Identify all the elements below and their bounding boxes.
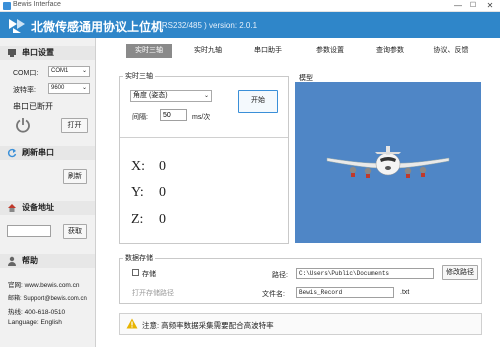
tab-realtime-3axis[interactable]: 实时三轴 xyxy=(126,44,172,58)
com-port-select[interactable]: COM1 ⌄ xyxy=(48,66,90,77)
help-hotline: 热线: 400-618-0510 xyxy=(8,309,66,316)
airplane-model-icon xyxy=(326,146,450,178)
baud-rate-select[interactable]: 9600 ⌄ xyxy=(48,83,90,94)
com-port-label: COM口: xyxy=(13,70,39,77)
interval-input[interactable] xyxy=(160,109,187,121)
y-axis-label: Y: xyxy=(131,185,144,200)
y-axis-value: 0 xyxy=(159,185,166,200)
interval-label: 间隔: xyxy=(132,114,148,121)
tab-protocol-feedback[interactable]: 协议、反馈 xyxy=(426,44,476,58)
open-path-link[interactable]: 打开存储路径 xyxy=(132,288,174,298)
window-titlebar: Bewis Interface — ☐ ✕ xyxy=(0,0,500,12)
serial-port-icon xyxy=(8,49,16,57)
window-title: Bewis Interface xyxy=(13,1,61,8)
open-port-button[interactable]: 打开 xyxy=(61,118,88,133)
tab-parameter-settings[interactable]: 参数设置 xyxy=(308,44,352,58)
chevron-down-icon: ⌄ xyxy=(81,68,87,74)
store-checkbox-label: 存储 xyxy=(142,271,156,278)
app-version: ( RS232/485 ) version: 2.0.1 xyxy=(157,21,258,30)
realtime-group-title: 实时三轴 xyxy=(123,71,155,81)
app-title: 北微传感通用协议上位机 xyxy=(31,20,164,34)
start-button[interactable]: 开始 xyxy=(238,90,278,113)
bewis-logo-icon xyxy=(9,19,25,33)
get-address-button[interactable]: 获取 xyxy=(63,224,87,239)
x-axis-label: X: xyxy=(131,159,145,174)
tab-query-parameters[interactable]: 查询参数 xyxy=(368,44,412,58)
storage-group-title: 数据存储 xyxy=(123,253,155,263)
power-icon xyxy=(16,118,30,133)
filename-label: 文件名: xyxy=(262,291,285,298)
mode-select[interactable]: 角度 (姿态) ⌄ xyxy=(130,90,212,102)
path-field[interactable]: C:\Users\Public\Documents xyxy=(296,268,434,279)
refresh-icon xyxy=(7,148,17,158)
baud-rate-value: 9600 xyxy=(51,85,65,91)
warning-icon xyxy=(126,318,138,329)
baud-rate-label: 波特率: xyxy=(13,87,36,94)
mode-value: 角度 (姿态) xyxy=(133,92,168,99)
home-icon xyxy=(8,204,16,212)
chevron-down-icon: ⌄ xyxy=(203,93,209,99)
model-3d-view[interactable] xyxy=(295,82,481,243)
device-address-input[interactable] xyxy=(7,225,51,237)
interval-unit: ms/次 xyxy=(192,114,211,121)
help-website: 官网: www.bewis.com.cn xyxy=(8,282,80,289)
notice-text: 注意: 高频率数据采集需要配合高波特率 xyxy=(142,321,274,330)
file-extension: .txt xyxy=(400,289,410,296)
help-email: 邮箱: Support@bewis.com.cn xyxy=(8,296,87,302)
minimize-button[interactable]: — xyxy=(452,0,464,12)
z-axis-value: 0 xyxy=(159,212,166,227)
app-icon xyxy=(3,2,11,10)
store-checkbox[interactable] xyxy=(132,269,139,276)
refresh-button[interactable]: 刷新 xyxy=(63,169,87,184)
path-label: 路径: xyxy=(272,272,288,279)
tab-serial-assistant[interactable]: 串口助手 xyxy=(246,44,290,58)
serial-status-text: 串口已断开 xyxy=(13,102,53,111)
chevron-down-icon: ⌄ xyxy=(81,85,87,91)
x-axis-value: 0 xyxy=(159,159,166,174)
tab-realtime-9axis[interactable]: 实时九轴 xyxy=(186,44,230,58)
person-icon xyxy=(8,256,16,266)
filename-field[interactable]: Bewis_Record xyxy=(296,287,394,298)
change-path-button[interactable]: 修改路径 xyxy=(442,265,478,280)
close-button[interactable]: ✕ xyxy=(484,0,496,12)
maximize-button[interactable]: ☐ xyxy=(467,0,479,12)
com-port-value: COM1 xyxy=(51,68,69,74)
help-language: Language: English xyxy=(8,319,62,326)
divider xyxy=(120,137,288,138)
z-axis-label: Z: xyxy=(131,212,144,227)
